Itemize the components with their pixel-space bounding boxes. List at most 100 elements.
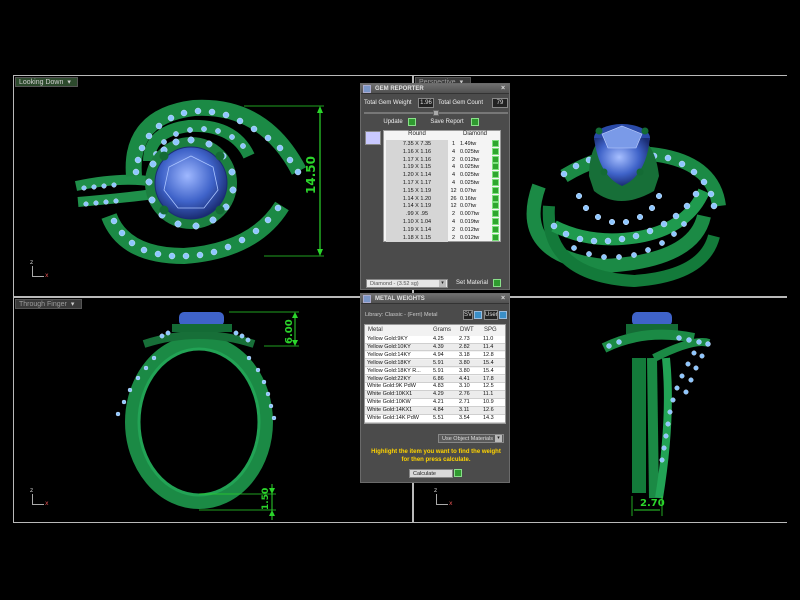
table-row[interactable]: Yellow Gold:14KY 4.94 3.18 12.8	[365, 351, 505, 360]
table-row[interactable]: Yellow Gold:9KY 4.25 2.73 11.0	[365, 336, 505, 344]
table-row[interactable]: 7.35 X 7.35 1 1.49tw	[384, 140, 502, 148]
metal-spg: 11.4	[483, 343, 494, 350]
sv-toggle[interactable]: SV	[463, 310, 473, 320]
metal-name: Yellow Gold:10KY	[367, 343, 411, 350]
gem-count: 26	[450, 195, 457, 202]
gem-weight: 0.16tw	[460, 195, 477, 202]
row-select-icon[interactable]	[492, 140, 499, 147]
user-go-icon[interactable]	[499, 311, 507, 319]
gem-count: 4	[451, 180, 456, 186]
row-select-icon[interactable]	[492, 194, 499, 202]
table-row[interactable]: 1.19 X 1.14 2 0.012tw	[384, 225, 502, 234]
gem-weight: 0.007tw	[460, 211, 480, 218]
metal-spg: 12.5	[483, 383, 494, 390]
gem-count: 2	[451, 156, 456, 163]
table-row[interactable]: .99 X .95 2 0.007tw	[384, 210, 502, 219]
chevron-down-icon[interactable]: ▾	[495, 435, 502, 442]
gem-size: 1.14 X 1.19	[386, 202, 448, 211]
gem-weight: 0.012tw	[460, 156, 480, 163]
close-icon[interactable]: ×	[499, 85, 507, 93]
table-row[interactable]: 1.17 X 1.16 2 0.012tw	[384, 155, 502, 164]
metal-weights-title-bar[interactable]: METAL WEIGHTS ×	[361, 294, 509, 304]
calculate-button[interactable]: Calculate	[409, 469, 453, 478]
table-row[interactable]: Yellow Gold:22KY 6.86 4.41 17.8	[365, 375, 505, 384]
dimension-label-width: 14.50	[304, 156, 318, 194]
sv-go-icon[interactable]	[474, 311, 482, 319]
table-row[interactable]: White Gold:14K PdW 5.51 3.54 14.3	[365, 415, 505, 423]
metal-grams: 5.91	[433, 367, 444, 374]
table-row[interactable]: Yellow Gold:18KY R... 5.91 3.80 15.4	[365, 367, 505, 376]
row-select-icon[interactable]	[492, 179, 499, 186]
metal-grams: 4.94	[433, 351, 444, 358]
metal-column-metal: Metal	[368, 327, 383, 333]
material-dropdown[interactable]: Diamond - (3.52 sg) ▾	[366, 279, 448, 288]
metal-grams: 4.25	[433, 336, 444, 342]
table-row[interactable]: Yellow Gold:18KY 5.91 3.80 15.4	[365, 359, 505, 368]
gem-size: 1.20 X 1.14	[386, 171, 448, 180]
row-select-icon[interactable]	[492, 225, 499, 233]
table-row[interactable]: White Gold:10KW 4.21 2.71 10.9	[365, 399, 505, 407]
table-row[interactable]: 1.16 X 1.16 4 0.025tw	[384, 147, 502, 156]
set-material-button[interactable]: Set Material	[451, 278, 493, 288]
metal-grams: 5.91	[433, 359, 444, 366]
gem-count: 4	[451, 219, 456, 225]
viewport-through-finger[interactable]: Through Finger ▾ 6.00 1.50 zx	[14, 298, 360, 522]
row-select-icon[interactable]	[492, 186, 499, 194]
table-row[interactable]: 1.10 X 1.04 4 0.019tw	[384, 218, 502, 226]
metal-grams: 4.84	[433, 407, 444, 414]
dimension-label-band: 1.50	[261, 487, 271, 510]
row-select-icon[interactable]	[492, 218, 499, 225]
table-row[interactable]: 1.15 X 1.19 12 0.07tw	[384, 186, 502, 195]
row-select-icon[interactable]	[492, 163, 499, 171]
table-row[interactable]: 1.20 X 1.14 4 0.025tw	[384, 171, 502, 180]
save-report-button[interactable]: Save Report	[425, 117, 469, 127]
row-select-icon[interactable]	[492, 171, 499, 179]
slider-handle[interactable]	[433, 110, 439, 116]
chevron-down-icon[interactable]: ▾	[439, 280, 446, 287]
gem-reporter-panel: GEM REPORTER × Total Gem Weight 1.96 Tot…	[360, 83, 510, 290]
metal-name: Yellow Gold:14KY	[367, 351, 411, 358]
gem-count: 4	[451, 164, 456, 171]
viewport-border-bottom	[13, 522, 787, 523]
row-select-icon[interactable]	[492, 233, 499, 241]
table-row[interactable]: White Gold:9K PdW 4.83 3.10 12.5	[365, 383, 505, 391]
calculate-go-icon[interactable]	[454, 469, 462, 477]
row-select-icon[interactable]	[492, 155, 499, 163]
metal-name: White Gold:10KX1	[367, 391, 413, 398]
row-select-icon[interactable]	[492, 210, 499, 218]
gem-reporter-title-bar[interactable]: GEM REPORTER ×	[361, 84, 509, 94]
table-row[interactable]: 1.18 X 1.15 2 0.012tw	[384, 233, 502, 242]
gem-column-type: Diamond	[462, 131, 487, 137]
update-go-icon[interactable]	[408, 118, 416, 126]
gem-weight: 1.49tw	[460, 141, 477, 147]
metal-weights-icon	[363, 295, 371, 303]
gem-reporter-icon	[363, 85, 371, 93]
user-toggle[interactable]: User	[484, 310, 498, 320]
use-object-materials-dropdown[interactable]: Use Object Materials ▾	[438, 434, 504, 443]
dimension-label-height: 6.00	[284, 319, 295, 344]
metal-name: White Gold:9K PdW	[367, 383, 416, 390]
row-select-icon[interactable]	[492, 202, 499, 210]
table-row[interactable]: White Gold:10KX1 4.29 2.76 11.1	[365, 391, 505, 399]
gem-shape-icon[interactable]	[365, 131, 381, 145]
gem-weight: 0.019tw	[460, 219, 480, 225]
table-row[interactable]: Yellow Gold:10KY 4.39 2.82 11.4	[365, 343, 505, 352]
table-row[interactable]: White Gold:14KX1 4.84 3.11 12.6	[365, 407, 505, 415]
metal-grams: 5.51	[433, 415, 444, 421]
viewport-looking-down[interactable]: Looking Down ▾ 14.50 z x	[14, 76, 360, 296]
gem-count: 2	[451, 234, 456, 241]
table-row[interactable]: 1.17 X 1.17 4 0.025tw	[384, 179, 502, 187]
set-material-go-icon[interactable]	[493, 279, 501, 287]
gem-size: 1.18 X 1.15	[386, 233, 448, 242]
metal-spg: 17.8	[483, 375, 494, 382]
row-select-icon[interactable]	[492, 147, 499, 155]
metal-name: White Gold:10KW	[367, 399, 411, 406]
table-row[interactable]: 1.14 X 1.19 12 0.07tw	[384, 202, 502, 211]
table-row[interactable]: 1.14 X 1.20 26 0.16tw	[384, 194, 502, 203]
metal-grams: 4.29	[433, 391, 444, 398]
ring-side-view	[115, 311, 299, 520]
table-row[interactable]: 1.19 X 1.15 4 0.025tw	[384, 163, 502, 172]
close-icon[interactable]: ×	[499, 295, 507, 303]
save-report-go-icon[interactable]	[471, 118, 479, 126]
update-button[interactable]: Update	[379, 117, 407, 127]
